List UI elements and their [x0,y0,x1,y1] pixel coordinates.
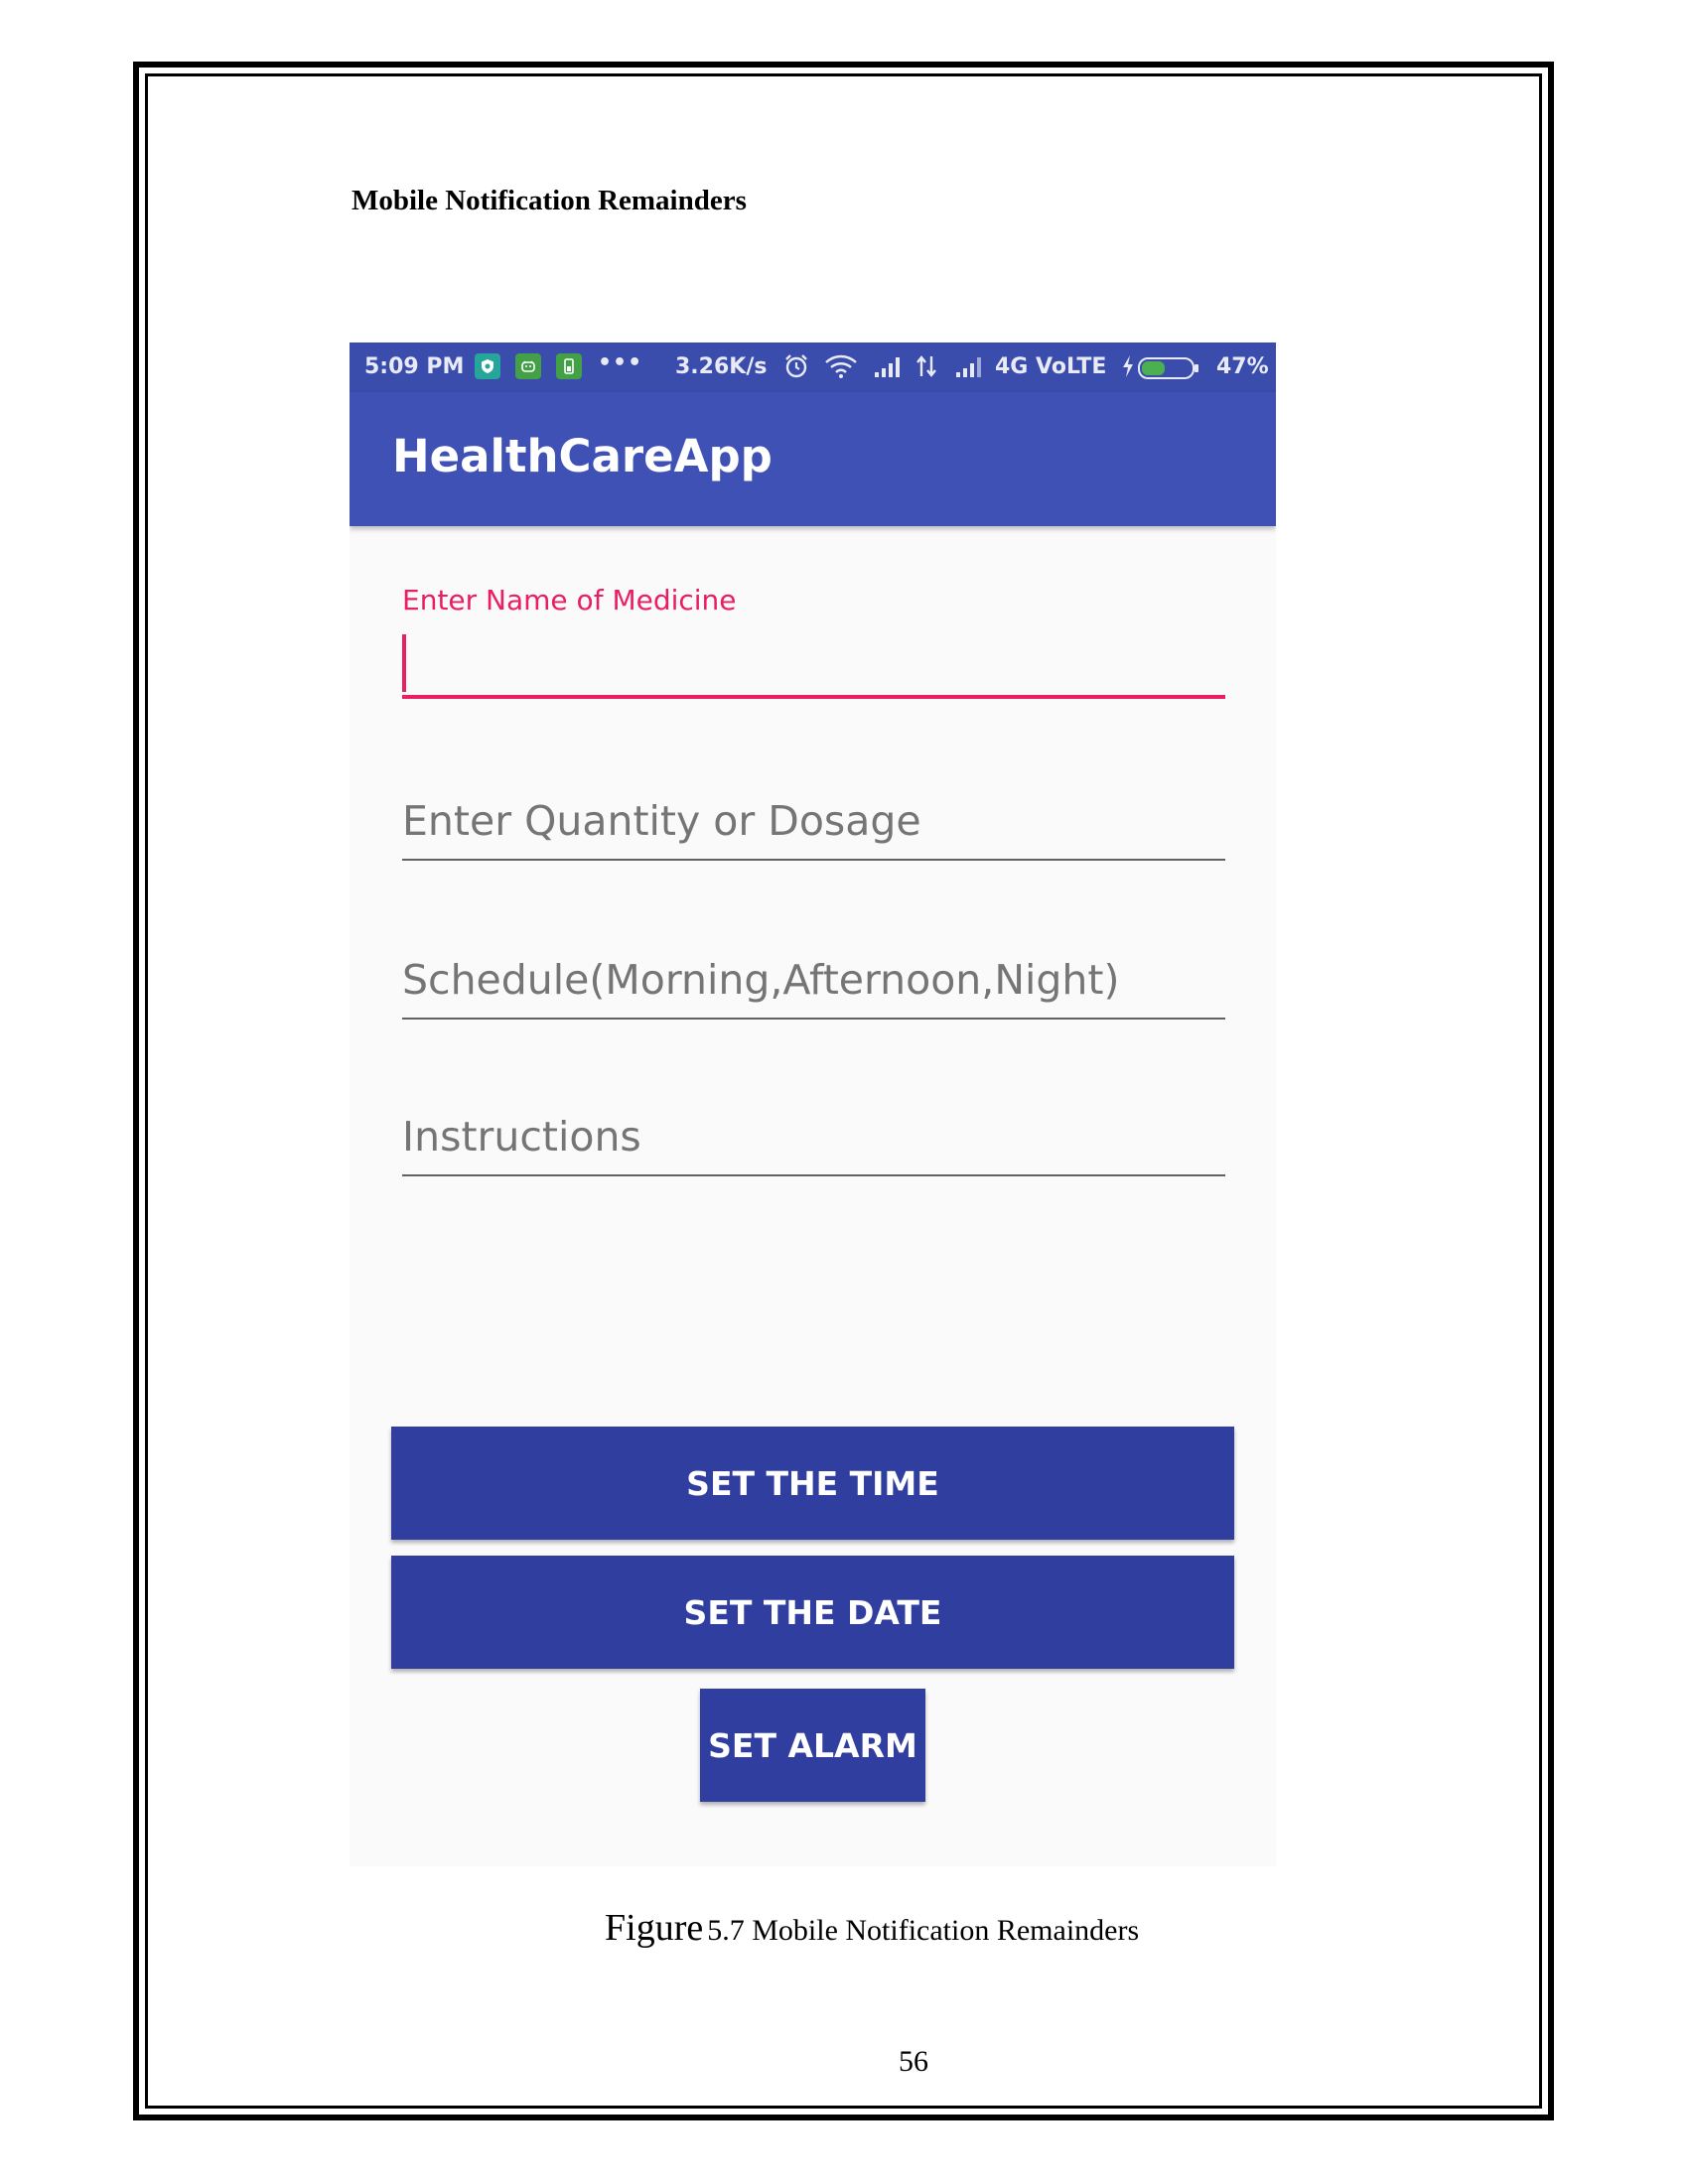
quantity-input[interactable] [402,789,1225,853]
battery-percent: 47% [1216,354,1269,379]
app-title: HealthCareApp [392,430,773,482]
medicine-name-underline [402,695,1225,699]
quantity-underline [402,859,1225,861]
shield-icon [475,353,500,379]
page-number: 56 [899,2045,928,2078]
medicine-name-label: Enter Name of Medicine [402,584,737,616]
signal-icon [873,354,905,384]
android-icon [515,353,541,379]
network-speed: 3.26K/s [675,354,768,379]
network-type: 4G VoLTE [995,354,1107,379]
set-time-button[interactable]: SET THE TIME [391,1427,1234,1540]
battery-icon [1138,357,1199,385]
wifi-icon [824,353,858,385]
app-screenshot: 5:09 PM ••• 3.26K/s 4G VoLTE 47% HealthC… [350,342,1276,1866]
instructions-field[interactable] [402,1105,1225,1176]
schedule-underline [402,1018,1225,1020]
set-date-button[interactable]: SET THE DATE [391,1556,1234,1669]
app-bar: HealthCareApp [350,392,1276,526]
signal-icon [954,354,986,384]
schedule-input[interactable] [402,948,1225,1012]
status-time: 5:09 PM [364,354,465,379]
instructions-underline [402,1174,1225,1176]
text-cursor [402,634,406,692]
more-notifications-icon: ••• [598,350,643,375]
set-alarm-button[interactable]: SET ALARM [700,1689,925,1802]
section-heading: Mobile Notification Remainders [352,185,747,216]
caption-figure-word: Figure [605,1907,704,1949]
charging-icon [1120,354,1136,384]
medicine-name-input[interactable] [402,630,1225,694]
battery-saver-icon [556,353,582,379]
medicine-name-field[interactable] [402,630,1225,700]
status-bar: 5:09 PM ••• 3.26K/s 4G VoLTE 47% [350,342,1276,392]
quantity-field[interactable] [402,789,1225,861]
figure-caption: Figure 5.7 Mobile Notification Remainder… [605,1906,1161,1950]
data-arrows-icon [915,354,937,384]
instructions-input[interactable] [402,1105,1225,1168]
caption-text: 5.7 Mobile Notification Remainders [707,1914,1140,1947]
alarm-icon [782,352,810,386]
schedule-field[interactable] [402,948,1225,1020]
